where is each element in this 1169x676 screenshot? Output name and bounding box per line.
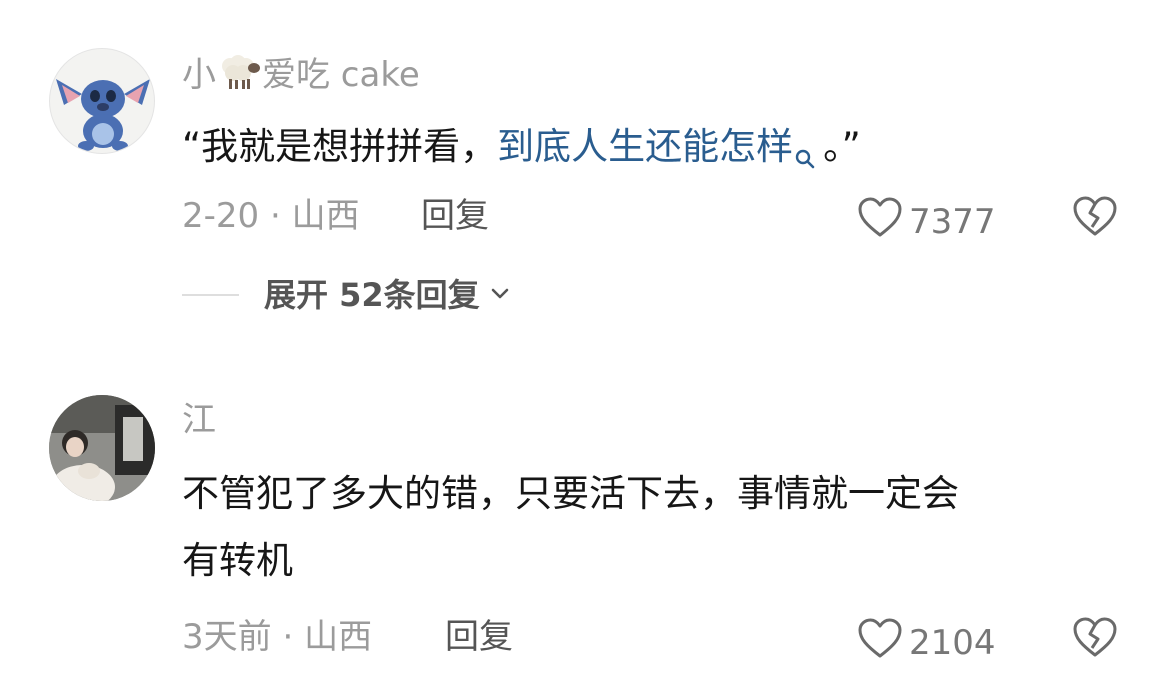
username-text: 小 [182,55,216,95]
like-button[interactable]: 7377 [857,196,996,247]
expand-replies-label: 展开 52条回复 [264,276,480,314]
broken-heart-icon [1072,196,1118,242]
like-count: 2104 [909,622,996,663]
comment-text[interactable]: 不管犯了多大的错，只要活下去，事情就一定会 [182,461,959,527]
search-icon [795,126,815,192]
expand-replies[interactable]: 展开 52条回复 [182,275,510,315]
comment-text[interactable]: “我就是想拼拼看，到底人生还能怎样。” [182,114,861,192]
comment-date: 2-20 [182,196,260,236]
avatar[interactable] [49,395,155,501]
like-count: 7377 [909,201,996,242]
dislike-button[interactable] [1072,194,1118,242]
dislike-button[interactable] [1072,615,1118,663]
comment-location: 山西 [291,196,360,236]
comment-text[interactable]: 有转机 [182,528,293,594]
username-text: 爱吃 cake [262,55,420,95]
comment-date: 3天前 [182,617,272,657]
meta-separator: · [282,617,294,657]
comment-text-part: 。” [823,125,861,168]
search-link-text: 到底人生还能怎样 [497,125,794,168]
stitch-avatar-image [56,79,150,151]
avatar[interactable] [49,48,155,154]
comment-text-part: “我就是想拼拼看， [182,125,498,168]
username[interactable]: 江 [182,400,216,440]
meta-separator: · [269,196,281,236]
photo-avatar-image [49,395,155,501]
username[interactable]: 小 爱吃 cake [182,52,420,101]
broken-heart-icon [1072,617,1118,663]
chevron-down-icon [490,286,510,305]
reply-button[interactable]: 回复 [445,617,513,657]
reply-button[interactable]: 回复 [421,196,489,236]
comment-meta: 2-20 · 山西 [182,196,360,236]
like-button[interactable]: 2104 [857,617,996,668]
comment-meta: 3天前 · 山西 [182,617,372,657]
divider [182,294,239,296]
heart-outline-icon [857,196,903,247]
sheep-emoji-icon [216,52,262,101]
search-link[interactable]: 到底人生还能怎样 [497,125,823,169]
heart-outline-icon [857,617,903,668]
comment-location: 山西 [304,617,373,657]
